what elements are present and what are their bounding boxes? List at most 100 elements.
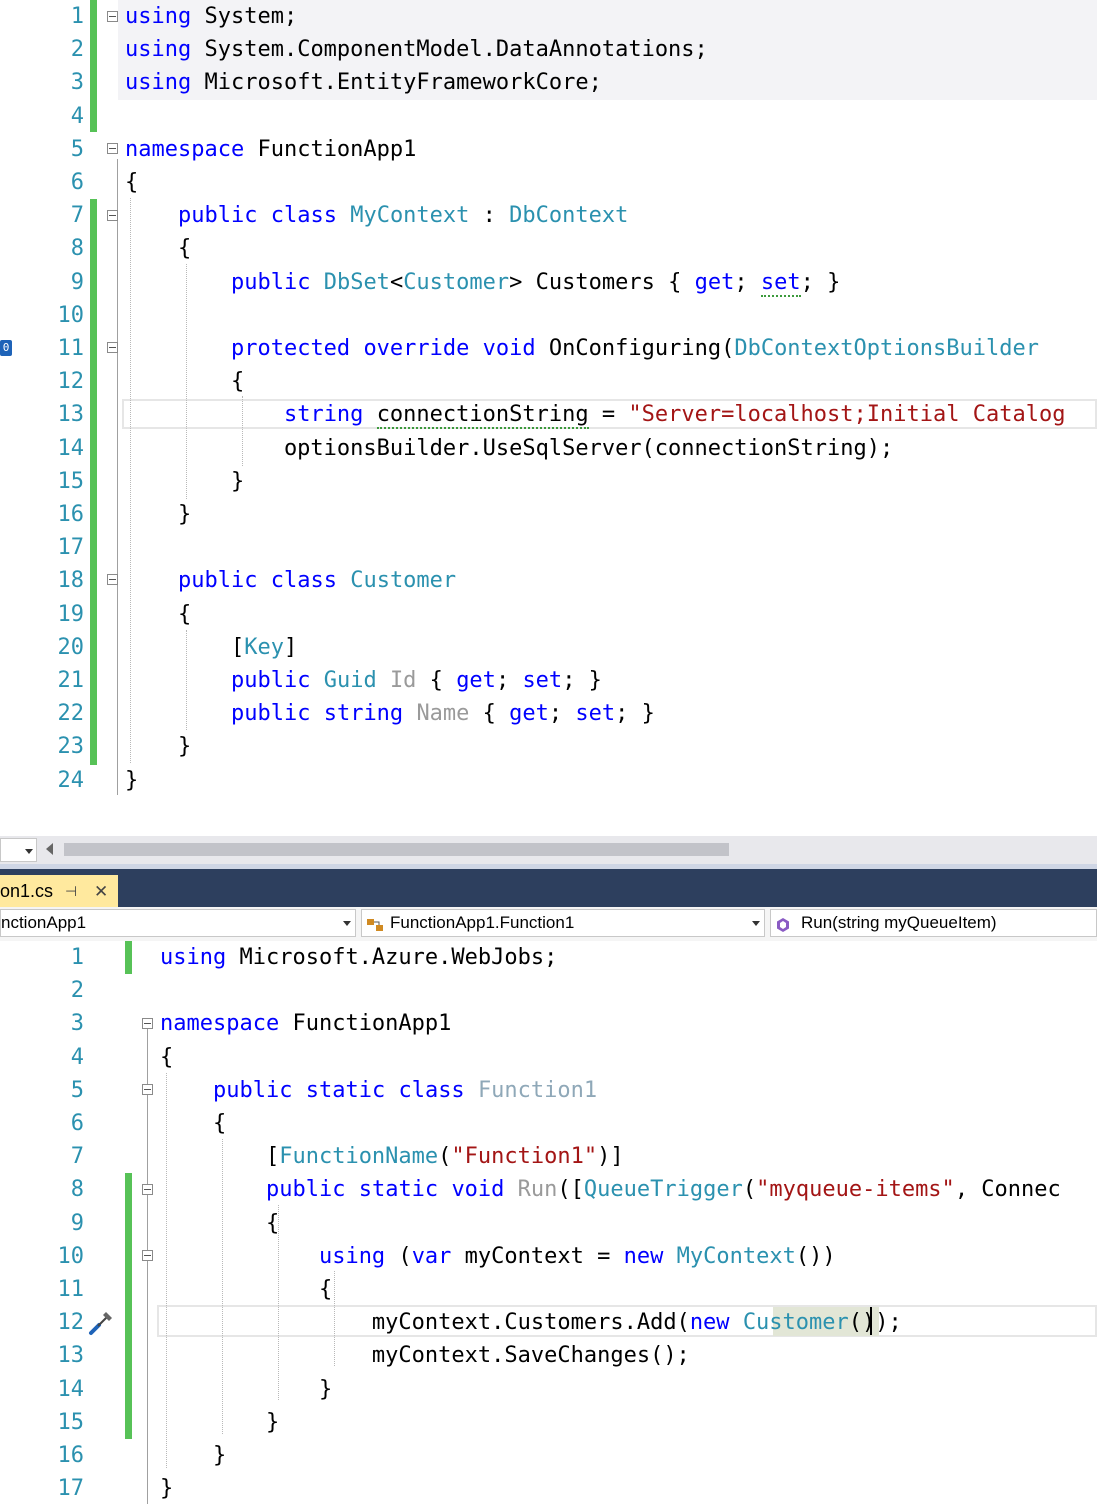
code-line[interactable]: 2 [0,974,1097,1007]
code-text: } [125,498,191,531]
method-icon [775,915,791,932]
code-token: : [469,203,510,229]
line-number: 16 [57,502,85,527]
code-token: Name [416,701,470,727]
code-token: } [160,1409,280,1435]
code-line[interactable]: 10 using (var myContext = new MyContext(… [0,1240,1097,1273]
line-number: 19 [57,601,85,627]
type-dropdown-value: FunctionApp1.Function1 [390,913,575,932]
navigation-bar: nctionApp1 FunctionApp1.Function1 Run(st… [0,907,1097,942]
code-token: { [160,1044,174,1070]
code-line[interactable]: 17} [0,1472,1097,1505]
code-token: Guid [323,668,377,693]
code-line[interactable]: 7 public class MyContext : DbContext [0,199,1097,232]
line-number: 5 [70,136,84,162]
code-line[interactable]: 14 } [0,1373,1097,1406]
code-line[interactable]: 3 namespace FunctionApp1 [0,1007,1097,1040]
code-line[interactable]: 16 } [0,1439,1097,1472]
close-icon[interactable]: ✕ [94,875,108,908]
code-line[interactable]: 5 public static class Function1 [0,1074,1097,1107]
code-token: System.ComponentModel.DataAnnotations; [191,37,708,63]
code-line[interactable]: 1 using Microsoft.Azure.WebJobs; [0,941,1097,974]
line-number: 12 [57,1310,85,1336]
code-line[interactable]: 2 using System.ComponentModel.DataAnnotat… [0,33,1097,66]
code-token: FunctionName [279,1144,439,1170]
code-text: using System; [125,0,297,33]
code-line[interactable]: 6{ [0,166,1097,199]
code-token: using [160,945,227,970]
class-icon [366,915,384,931]
code-token: QueueTrigger [583,1177,743,1203]
code-line[interactable]: 15 } [0,465,1097,498]
code-line[interactable]: 12 myContext.Customers.Add(new Customer(… [0,1306,1097,1339]
code-token: } [125,767,139,793]
horizontal-scrollbar-thumb[interactable] [64,843,729,856]
member-dropdown[interactable]: Run(string myQueueItem) [770,909,1097,937]
code-token: ()); [848,1310,902,1336]
code-token: optionsBuilder.UseSqlServer(connectionSt… [125,435,894,461]
code-line[interactable]: 3 using Microsoft.EntityFrameworkCore; [0,66,1097,99]
code-token: new [689,1310,730,1336]
code-text: public DbSet<Customer> Customers { get ; … [125,266,840,299]
type-dropdown[interactable]: FunctionApp1.Function1 [361,909,765,937]
code-line[interactable]: 22 public string Name { get; set; } [0,697,1097,730]
code-token: { [125,236,192,262]
code-line[interactable]: 11 protected override void OnConfiguring… [0,332,1097,365]
code-line[interactable]: 9 { [0,1207,1097,1240]
code-line[interactable]: 20 [Key] [0,631,1097,664]
code-line[interactable]: 13 string connectionString = "Server=loc… [0,398,1097,431]
code-text: using Microsoft.EntityFrameworkCore; [125,66,602,99]
code-token: using [318,1243,386,1269]
code-line[interactable]: 9 public DbSet<Customer> Customers { get… [0,266,1097,299]
scroll-left-arrow[interactable] [46,843,53,855]
top-code-editor[interactable]: 0 1 using System; 2 using System.ComponentM… [0,0,1097,836]
code-line[interactable]: 7 [FunctionName("Function1")] [0,1140,1097,1173]
code-token: ; } [562,668,602,693]
code-text: { [125,166,138,199]
project-dropdown[interactable]: nctionApp1 [0,909,356,937]
code-text: } [125,465,244,498]
code-token: "Server=localhost;Initial Catalog [628,402,1066,428]
code-line[interactable]: 10 [0,299,1097,332]
code-text: { [160,1273,332,1306]
code-line[interactable]: 12 { [0,365,1097,398]
code-line[interactable]: 13 myContext.SaveChanges(); [0,1339,1097,1372]
code-text: } [160,1439,226,1472]
code-line[interactable]: 14 optionsBuilder.UseSqlServer(connectio… [0,432,1097,465]
code-line[interactable]: 1 using System; [0,0,1097,33]
code-line[interactable]: 6 { [0,1107,1097,1140]
code-line[interactable]: 5 namespace FunctionApp1 [0,133,1097,166]
code-line[interactable]: 24} [0,764,1097,797]
code-text: string connectionString = "Server=localh… [125,398,1065,431]
pin-icon[interactable]: ⊣ [65,875,77,908]
tab-function1-cs[interactable]: on1.cs ⊣ ✕ [0,875,118,908]
code-token: namespace [125,136,245,162]
code-token: OnConfiguring( [535,336,735,361]
code-line[interactable]: 8 { [0,232,1097,265]
code-line[interactable]: 11 { [0,1273,1097,1306]
code-token: ; [734,269,761,295]
code-line[interactable]: 18 public class Customer [0,564,1097,597]
code-line[interactable]: 23 } [0,730,1097,763]
code-token: } [160,1376,333,1402]
code-line[interactable]: 4 [0,100,1097,133]
bottom-code-editor[interactable]: 1 using Microsoft.Azure.WebJobs; 2 3 namespa… [0,941,1097,1508]
code-line[interactable]: 4{ [0,1041,1097,1074]
code-line[interactable]: 17 [0,531,1097,564]
code-token: Microsoft.Azure.WebJobs; [226,945,558,970]
code-line[interactable]: 19 { [0,598,1097,631]
code-line[interactable]: 8 public static void Run([QueueTrigger("… [0,1173,1097,1206]
code-token: FunctionApp1 [279,1011,452,1037]
code-line[interactable]: 16 } [0,498,1097,531]
code-line[interactable]: 15 } [0,1406,1097,1439]
code-token: DbContextOptionsBuilder [734,336,1039,361]
top-zoom-dropdown[interactable] [0,838,37,862]
code-token: } [125,734,192,760]
code-line[interactable]: 21 public Guid Id { get; set; } [0,664,1097,697]
line-number: 3 [70,1011,84,1037]
